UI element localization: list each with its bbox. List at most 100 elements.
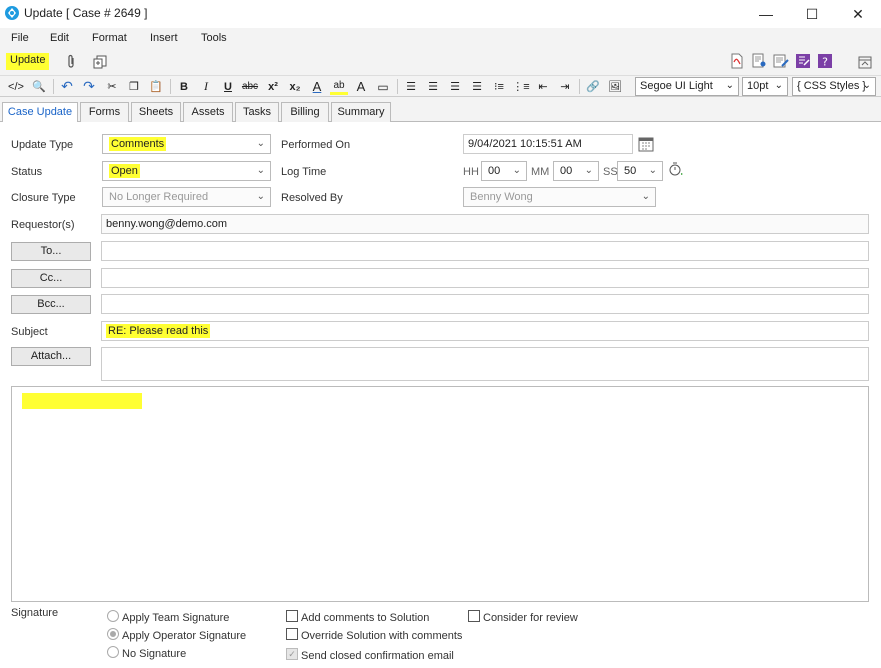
apply-operator-signature-radio[interactable] [107, 628, 119, 640]
copy-icon[interactable]: ❐ [125, 78, 143, 95]
font-color-icon[interactable]: A [308, 78, 326, 95]
tab-forms[interactable]: Forms [80, 102, 129, 122]
bold-icon[interactable]: B [175, 78, 193, 95]
subject-field[interactable]: RE: Please read this [101, 321, 869, 341]
horizontal-rule-icon[interactable]: ▭ [374, 78, 392, 95]
align-left-icon[interactable]: ☰ [402, 78, 420, 95]
resolved-by-label: Resolved By [281, 192, 343, 204]
pdf-icon[interactable] [729, 53, 745, 69]
bcc-button[interactable]: Bcc... [11, 295, 91, 314]
subscript-icon[interactable]: x₂ [286, 78, 304, 95]
menu-tools[interactable]: Tools [201, 32, 227, 44]
tab-billing[interactable]: Billing [281, 102, 329, 122]
source-code-icon[interactable]: </> [7, 78, 25, 95]
cut-icon[interactable]: ✂ [103, 78, 121, 95]
subject-label: Subject [11, 326, 48, 338]
undo-icon[interactable]: ↶ [58, 78, 76, 95]
strikethrough-icon[interactable]: abc [241, 78, 259, 95]
override-solution-checkbox[interactable] [286, 628, 298, 640]
override-solution-label: Override Solution with comments [301, 630, 463, 642]
align-center-icon[interactable]: ☰ [424, 78, 442, 95]
update-button[interactable]: Update [6, 53, 50, 70]
attach-button[interactable]: Attach... [11, 347, 91, 366]
purple-doc-icon[interactable] [795, 53, 811, 69]
to-button[interactable]: To... [11, 242, 91, 261]
menu-edit[interactable]: Edit [50, 32, 69, 44]
cc-field[interactable] [101, 268, 869, 288]
indent-icon[interactable]: ⇥ [556, 78, 574, 95]
calendar-icon[interactable] [638, 136, 654, 152]
send-closed-email-checkbox[interactable]: ✓ [286, 648, 298, 660]
attachments-area[interactable] [101, 347, 869, 381]
image-icon[interactable]: 🖼 [606, 78, 624, 95]
numbered-list-icon[interactable]: ⋮≡ [512, 78, 530, 95]
to-field[interactable] [101, 241, 869, 261]
paste-icon[interactable]: 📋 [147, 78, 165, 95]
font-size-icon[interactable]: A [352, 78, 370, 95]
consider-review-checkbox[interactable] [468, 610, 480, 622]
case-update-panel: Update Type Comments ⌄ Status Open ⌄ Clo… [0, 122, 881, 668]
seconds-select[interactable]: 50 ⌄ [617, 161, 663, 181]
tab-strip: Case Update Forms Sheets Assets Tasks Bi… [0, 100, 881, 123]
font-family-value: Segoe UI Light [640, 80, 713, 92]
bullet-list-icon[interactable]: ⁝≡ [490, 78, 508, 95]
font-family-select[interactable]: Segoe UI Light ⌄ [635, 77, 739, 96]
chevron-down-icon: ⌄ [512, 165, 521, 176]
tab-case-update[interactable]: Case Update [2, 102, 78, 123]
cc-button[interactable]: Cc... [11, 269, 91, 288]
font-size-select[interactable]: 10pt ⌄ [742, 77, 788, 96]
message-editor[interactable] [11, 386, 869, 602]
justify-icon[interactable]: ☰ [468, 78, 486, 95]
timer-icon[interactable] [668, 161, 684, 177]
app-logo-icon [5, 6, 19, 20]
italic-icon[interactable]: I [197, 78, 215, 95]
update-type-label: Update Type [11, 139, 74, 151]
hours-select[interactable]: 00 ⌄ [481, 161, 527, 181]
no-signature-radio[interactable] [107, 646, 119, 658]
collapse-toolbar-icon[interactable] [857, 55, 873, 71]
link-icon[interactable]: 🔗 [584, 78, 602, 95]
redo-icon[interactable]: ↷ [80, 78, 98, 95]
tab-tasks[interactable]: Tasks [235, 102, 279, 122]
requestors-field[interactable]: benny.wong@demo.com [101, 214, 869, 234]
toolbar-separator [397, 79, 398, 94]
menu-file[interactable]: File [11, 32, 29, 44]
toolbar-separator [53, 79, 54, 94]
paperclip-icon[interactable] [63, 54, 79, 70]
chevron-down-icon: ⌄ [862, 80, 871, 91]
copy-case-icon[interactable] [92, 54, 108, 70]
menu-bar: File Edit Format Insert Tools [0, 28, 881, 50]
superscript-icon[interactable]: x² [264, 78, 282, 95]
align-right-icon[interactable]: ☰ [446, 78, 464, 95]
maximize-button[interactable]: ☐ [789, 0, 835, 28]
css-styles-select[interactable]: { CSS Styles } ⌄ [792, 77, 876, 96]
preview-icon[interactable]: 🔍 [30, 78, 48, 95]
highlight-icon[interactable]: ab [330, 78, 348, 95]
menu-format[interactable]: Format [92, 32, 127, 44]
resolved-by-select[interactable]: Benny Wong ⌄ [463, 187, 656, 207]
add-comments-checkbox[interactable] [286, 610, 298, 622]
underline-icon[interactable]: U [219, 78, 237, 95]
apply-team-signature-label: Apply Team Signature [122, 612, 230, 624]
apply-team-signature-radio[interactable] [107, 610, 119, 622]
title-bar: Update [ Case # 2649 ] — ☐ ✕ [0, 0, 881, 28]
tab-summary[interactable]: Summary [331, 102, 391, 122]
chevron-down-icon: ⌄ [774, 80, 783, 91]
doc-user-icon[interactable] [751, 53, 767, 69]
closure-type-select[interactable]: No Longer Required ⌄ [102, 187, 271, 207]
close-button[interactable]: ✕ [835, 0, 881, 28]
menu-insert[interactable]: Insert [150, 32, 178, 44]
tab-sheets[interactable]: Sheets [131, 102, 181, 122]
help-icon[interactable]: ? [817, 53, 833, 69]
status-select[interactable]: Open ⌄ [102, 161, 271, 181]
bcc-field[interactable] [101, 294, 869, 314]
outdent-icon[interactable]: ⇤ [534, 78, 552, 95]
edit-doc-icon[interactable] [773, 53, 789, 69]
chevron-down-icon: ⌄ [256, 165, 265, 176]
signature-label: Signature [11, 607, 59, 619]
minutes-select[interactable]: 00 ⌄ [553, 161, 599, 181]
tab-assets[interactable]: Assets [183, 102, 233, 122]
performed-on-field[interactable]: 9/04/2021 10:15:51 AM [463, 134, 633, 154]
update-type-select[interactable]: Comments ⌄ [102, 134, 271, 154]
minimize-button[interactable]: — [743, 0, 789, 28]
